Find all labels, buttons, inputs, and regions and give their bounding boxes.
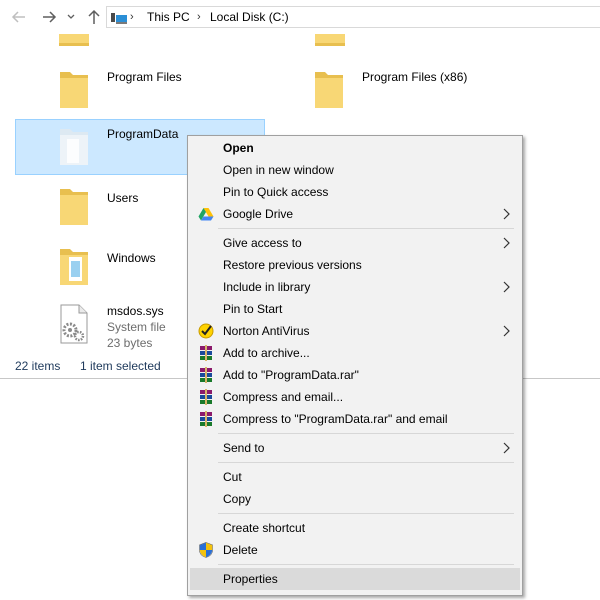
menu-item-google-drive[interactable]: Google Drive bbox=[190, 203, 520, 225]
menu-separator bbox=[218, 564, 514, 565]
chevron-right-icon bbox=[503, 442, 510, 454]
menu-item-label: Compress to "ProgramData.rar" and email bbox=[223, 412, 448, 426]
breadcrumb-this-pc[interactable]: This PC bbox=[147, 10, 190, 24]
menu-item-add-archive[interactable]: Add to archive... bbox=[190, 342, 520, 364]
menu-item-create-shortcut[interactable]: Create shortcut bbox=[190, 517, 520, 539]
menu-item-label: Properties bbox=[223, 572, 278, 586]
menu-separator bbox=[218, 228, 514, 229]
folder-icon bbox=[60, 72, 88, 108]
arrow-left-icon bbox=[11, 11, 25, 23]
menu-item-label: Send to bbox=[223, 441, 265, 455]
menu-item-norton[interactable]: Norton AntiVirus bbox=[190, 320, 520, 342]
chevron-right-icon bbox=[503, 208, 510, 220]
menu-item-compress-email[interactable]: Compress and email... bbox=[190, 386, 520, 408]
menu-item-label: Cut bbox=[223, 470, 242, 484]
menu-separator bbox=[218, 462, 514, 463]
breadcrumb-local-disk[interactable]: Local Disk (C:) bbox=[210, 10, 289, 24]
breadcrumb-separator: › bbox=[130, 11, 134, 23]
file-name: Program Files bbox=[107, 70, 182, 84]
menu-item-label: Compress and email... bbox=[223, 390, 344, 404]
item-count: 22 items bbox=[15, 359, 61, 373]
recent-locations-button[interactable] bbox=[63, 6, 79, 28]
menu-item-label: Create shortcut bbox=[223, 521, 306, 535]
file-item-program-files-x86[interactable]: Program Files (x86) bbox=[270, 62, 520, 118]
address-bar[interactable]: › This PC › Local Disk (C:) bbox=[106, 6, 600, 28]
menu-item-pin-quick-access[interactable]: Pin to Quick access bbox=[190, 181, 520, 203]
norton-check-icon bbox=[198, 323, 214, 339]
folder-icon bbox=[60, 189, 88, 225]
menu-item-add-rar[interactable]: Add to "ProgramData.rar" bbox=[190, 364, 520, 386]
menu-item-label: Restore previous versions bbox=[223, 258, 362, 272]
file-name: Users bbox=[107, 191, 139, 205]
menu-item-label: Open in new window bbox=[223, 163, 334, 177]
menu-item-open[interactable]: Open bbox=[190, 137, 520, 159]
menu-item-label: Give access to bbox=[223, 236, 302, 250]
file-item-program-files[interactable]: Program Files bbox=[15, 62, 265, 118]
menu-item-label: Pin to Quick access bbox=[223, 185, 329, 199]
navigation-bar: › This PC › Local Disk (C:) bbox=[0, 0, 600, 34]
menu-item-label: Open bbox=[223, 141, 254, 155]
winrar-books-icon bbox=[200, 367, 212, 383]
menu-item-delete[interactable]: Delete bbox=[190, 539, 520, 561]
menu-item-label: Google Drive bbox=[223, 207, 294, 221]
context-menu: Open Open in new window Pin to Quick acc… bbox=[187, 135, 523, 596]
folder-icon bbox=[59, 34, 89, 46]
menu-item-copy[interactable]: Copy bbox=[190, 488, 520, 510]
folder-icon bbox=[315, 34, 345, 46]
hidden-folder-icon bbox=[60, 129, 88, 165]
up-button[interactable] bbox=[83, 6, 105, 28]
file-name: Program Files (x86) bbox=[362, 70, 468, 84]
this-pc-icon bbox=[111, 13, 127, 24]
menu-item-label: Copy bbox=[223, 492, 252, 506]
file-name: Windows bbox=[107, 251, 156, 265]
menu-separator bbox=[218, 433, 514, 434]
selection-count: 1 item selected bbox=[80, 359, 161, 373]
system-file-gear-icon bbox=[60, 304, 88, 344]
file-item-msdos-sys[interactable]: msdos.sys System file 23 bytes bbox=[15, 299, 185, 359]
menu-item-label: Pin to Start bbox=[223, 302, 283, 316]
back-button[interactable] bbox=[8, 6, 30, 28]
menu-item-label: Add to archive... bbox=[223, 346, 310, 360]
menu-item-label: Delete bbox=[223, 543, 258, 557]
folder-icon bbox=[315, 72, 343, 108]
breadcrumb-separator: › bbox=[197, 11, 201, 23]
winrar-books-icon bbox=[200, 411, 212, 427]
chevron-right-icon bbox=[503, 325, 510, 337]
file-name: msdos.sys bbox=[107, 304, 164, 318]
menu-item-send-to[interactable]: Send to bbox=[190, 437, 520, 459]
file-item-windows[interactable]: Windows bbox=[15, 239, 185, 295]
forward-button[interactable] bbox=[38, 6, 60, 28]
file-type: System file bbox=[107, 320, 166, 334]
chevron-right-icon bbox=[503, 237, 510, 249]
chevron-right-icon bbox=[503, 281, 510, 293]
google-drive-icon bbox=[198, 208, 214, 221]
menu-item-restore-versions[interactable]: Restore previous versions bbox=[190, 254, 520, 276]
menu-separator bbox=[218, 513, 514, 514]
file-name: ProgramData bbox=[107, 127, 179, 141]
menu-item-label: Include in library bbox=[223, 280, 311, 294]
chevron-down-icon bbox=[67, 14, 75, 19]
menu-item-cut[interactable]: Cut bbox=[190, 466, 520, 488]
menu-item-pin-start[interactable]: Pin to Start bbox=[190, 298, 520, 320]
menu-item-compress-rar-email[interactable]: Compress to "ProgramData.rar" and email bbox=[190, 408, 520, 430]
menu-item-open-new-window[interactable]: Open in new window bbox=[190, 159, 520, 181]
folder-icon bbox=[60, 249, 88, 285]
arrow-right-icon bbox=[43, 11, 57, 23]
menu-item-label: Norton AntiVirus bbox=[223, 324, 310, 338]
arrow-up-icon bbox=[88, 9, 100, 24]
menu-item-label: Add to "ProgramData.rar" bbox=[223, 368, 359, 382]
uac-shield-icon bbox=[199, 542, 213, 558]
menu-item-give-access[interactable]: Give access to bbox=[190, 232, 520, 254]
file-item-users[interactable]: Users bbox=[15, 179, 185, 235]
menu-item-properties[interactable]: Properties bbox=[190, 568, 520, 590]
winrar-books-icon bbox=[200, 389, 212, 405]
menu-item-include-library[interactable]: Include in library bbox=[190, 276, 520, 298]
winrar-books-icon bbox=[200, 345, 212, 361]
file-size: 23 bytes bbox=[107, 336, 153, 350]
